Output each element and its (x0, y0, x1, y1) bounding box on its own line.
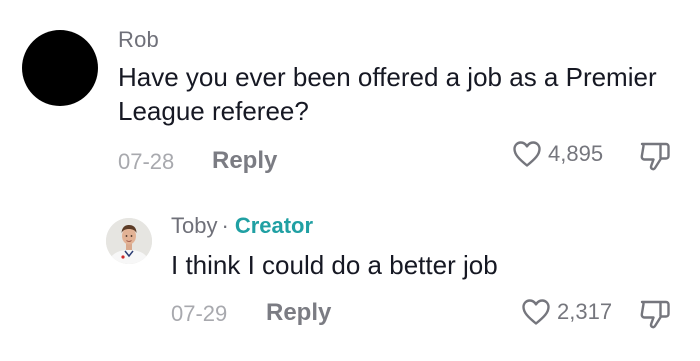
reply-dislike-button[interactable] (638, 298, 672, 330)
username-separator: · (221, 213, 229, 238)
creator-badge: Creator (234, 213, 314, 238)
reply-like-count: 2,317 (557, 299, 613, 324)
heart-icon (512, 140, 542, 168)
thumbs-down-icon (638, 140, 672, 172)
reply-date: 07-29 (171, 301, 228, 326)
comment-date: 07-28 (118, 149, 175, 174)
heart-icon (521, 298, 551, 326)
avatar[interactable] (22, 30, 98, 106)
comment-username[interactable]: Rob (118, 27, 159, 53)
like-button[interactable]: 4,895 (512, 140, 603, 168)
reply-to-reply-button[interactable]: Reply (266, 299, 331, 327)
reply-username[interactable]: Toby (171, 213, 217, 239)
dislike-button[interactable] (638, 140, 672, 172)
reply-like-button[interactable]: 2,317 (521, 298, 612, 326)
like-count: 4,895 (548, 141, 604, 166)
reply-button[interactable]: Reply (212, 147, 277, 175)
comment-text: Have you ever been offered a job as a Pr… (118, 62, 657, 126)
creator-avatar[interactable] (106, 218, 152, 264)
thumbs-down-icon (638, 298, 672, 330)
reply-text: I think I could do a better job (171, 250, 498, 280)
reply-header: Toby · Creator (171, 213, 313, 239)
